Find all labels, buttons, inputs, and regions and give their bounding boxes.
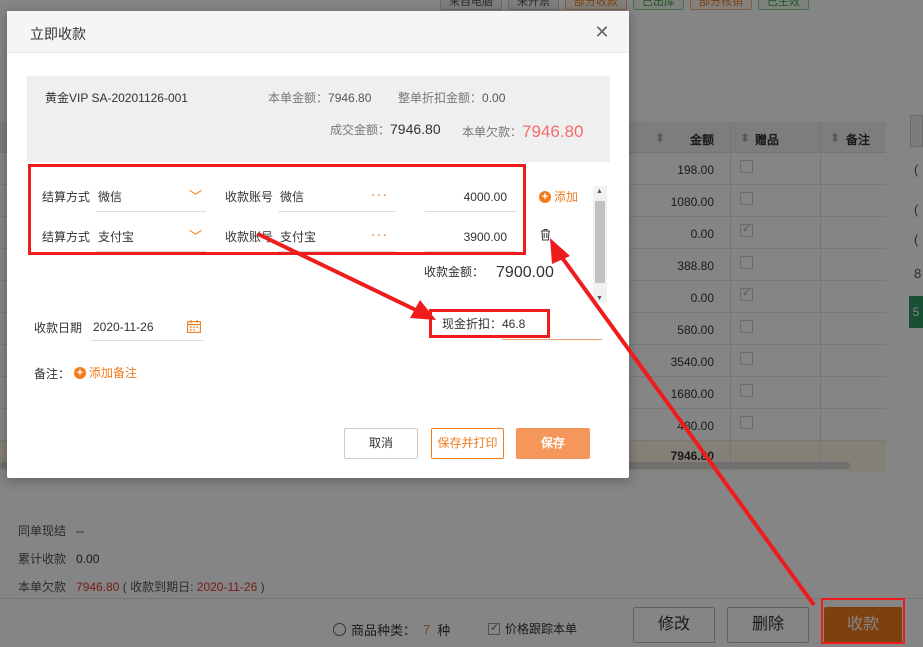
add-payment-button[interactable]: + 添加 [539, 188, 578, 205]
dialog-header: 立即收款 ✕ [7, 11, 629, 53]
add-note-label: 添加备注 [89, 366, 138, 380]
trash-icon[interactable] [540, 228, 551, 241]
dialog-title: 立即收款 [30, 26, 86, 42]
save-and-print-button[interactable]: 保存并打印 [431, 428, 504, 459]
deal-amount-value: 7946.80 [390, 121, 441, 137]
order-total: 本单金额：7946.80 [268, 89, 371, 106]
add-payment-label: 添加 [554, 190, 579, 204]
scroll-up-icon[interactable]: ▲ [596, 188, 603, 195]
order-total-label: 本单金额： [268, 91, 329, 105]
order-total-value: 7946.80 [328, 91, 372, 105]
cash-discount-underline [502, 339, 602, 340]
save-button[interactable]: 保存 [516, 428, 590, 459]
deal-amount-label: 成交金额： [330, 123, 391, 137]
received-value: 7900.00 [496, 264, 554, 281]
payment-lines-scrollbar[interactable]: ▲ ▼ [593, 186, 607, 303]
scroll-down-icon[interactable]: ▼ [596, 295, 603, 302]
date-label: 收款日期 [34, 321, 83, 335]
order-number: 黄金VIP SA-20201126-001 [45, 91, 188, 105]
order-discount-label: 整单折扣金额： [398, 91, 483, 105]
owe-amount: 本单欠款：7946.80 [462, 121, 583, 141]
order-info-box: 黄金VIP SA-20201126-001 本单金额：7946.80 整单折扣金… [27, 76, 610, 162]
order-discount: 整单折扣金额：0.00 [398, 89, 505, 106]
received-amount: 收款金额： 7900.00 [424, 263, 554, 281]
close-icon[interactable]: ✕ [593, 23, 611, 41]
annotation-box-cash-discount [429, 309, 550, 338]
deal-amount: 成交金额：7946.80 [330, 121, 441, 138]
cancel-button[interactable]: 取消 [344, 428, 418, 459]
received-label: 收款金额： [424, 265, 485, 279]
annotation-box-collect-button [821, 598, 905, 644]
annotation-box-payments [28, 164, 526, 255]
calendar-icon[interactable] [187, 320, 201, 333]
owe-amount-label: 本单欠款： [462, 125, 523, 139]
owe-amount-value: 7946.80 [522, 122, 584, 141]
date-input[interactable]: 2020-11-26 [91, 313, 204, 341]
note-label: 备注： [34, 367, 71, 381]
add-note-button[interactable]: + 添加备注 [74, 364, 137, 381]
order-discount-value: 0.00 [482, 91, 506, 105]
scrollbar-thumb[interactable] [595, 201, 605, 283]
plus-circle-icon: + [539, 190, 551, 203]
date-value: 2020-11-26 [93, 320, 154, 334]
plus-circle-icon: + [74, 366, 86, 379]
